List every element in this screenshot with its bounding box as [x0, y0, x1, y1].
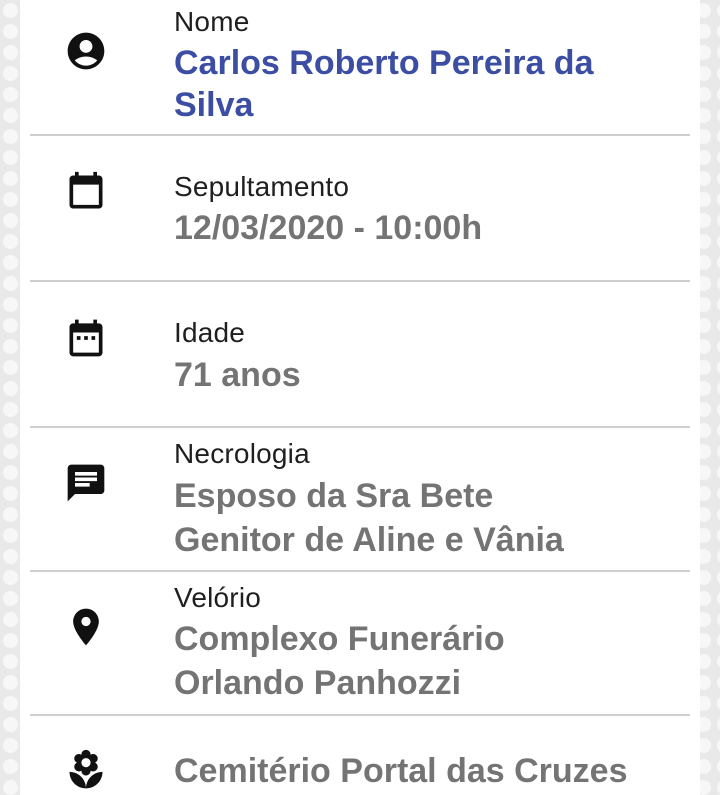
row-idade: Idade 71 anos [30, 282, 690, 428]
label-necrologia: Necrologia [174, 438, 310, 469]
row-nome: Nome Carlos Roberto Pereira da Silva [30, 0, 690, 136]
row-cemiterio: Cemitério Portal das Cruzes [30, 716, 690, 795]
account-circle-icon [64, 29, 108, 73]
value-nome-line2: Silva [174, 86, 254, 124]
value-cemiterio: Cemitério Portal das Cruzes [174, 752, 628, 790]
label-sepultamento: Sepultamento [174, 171, 350, 202]
value-idade: 71 anos [174, 356, 301, 394]
value-velorio-line1: Complexo Funerário [174, 620, 505, 658]
value-sepultamento: 12/03/2020 - 10:00h [174, 209, 483, 247]
row-sepultamento: Sepultamento 12/03/2020 - 10:00h [30, 136, 690, 282]
message-icon [64, 461, 108, 505]
row-velorio: Velório Complexo Funerário Orlando Panho… [30, 572, 690, 716]
obituary-card: Nome Carlos Roberto Pereira da Silva Sep… [20, 0, 700, 795]
row-necrologia: Necrologia Esposo da Sra Bete Genitor de… [30, 428, 690, 572]
calendar-icon [64, 170, 108, 214]
calendar-dots-icon [64, 316, 108, 360]
map-pin-icon [64, 605, 108, 649]
label-velorio: Velório [174, 582, 262, 613]
label-nome: Nome [174, 6, 250, 37]
value-necrologia-line1: Esposo da Sra Bete [174, 477, 494, 515]
flower-icon [64, 748, 108, 792]
label-idade: Idade [174, 317, 246, 348]
value-necrologia-line2: Genitor de Aline e Vânia [174, 521, 564, 559]
value-velorio-line2: Orlando Panhozzi [174, 664, 462, 702]
value-nome-line1: Carlos Roberto Pereira da [174, 44, 594, 82]
